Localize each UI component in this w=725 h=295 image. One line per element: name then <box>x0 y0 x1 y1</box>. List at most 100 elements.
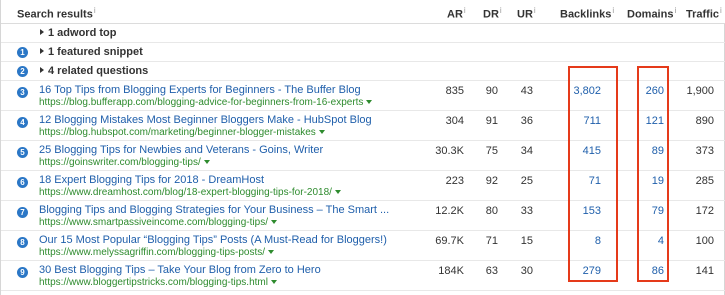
expand-triangle-icon[interactable] <box>40 29 44 35</box>
url-dropdown-caret-icon[interactable] <box>366 100 373 104</box>
cell-dr: 63 <box>485 265 498 277</box>
info-icon[interactable]: i <box>94 6 96 15</box>
col-search-results[interactable]: Search resultsi <box>17 6 96 21</box>
col-dr-label: DR <box>483 8 499 21</box>
result-title-link[interactable]: 12 Blogging Mistakes Most Beginner Blogg… <box>39 114 372 126</box>
result-url[interactable]: https://www.dreamhost.com/blog/18-expert… <box>39 187 341 198</box>
url-dropdown-caret-icon[interactable] <box>270 220 277 224</box>
rank-badge: 2 <box>17 66 28 77</box>
col-search-results-label: Search results <box>17 8 93 21</box>
result-url-text: https://blog.hubspot.com/marketing/begin… <box>39 127 316 138</box>
feature-text: 1 adword top <box>48 27 117 39</box>
rank-badge: 6 <box>17 177 28 188</box>
cell-ar: 304 <box>445 115 464 127</box>
cell-dr: 91 <box>485 115 498 127</box>
cell-traffic: 373 <box>695 145 714 157</box>
cell-traffic: 1,900 <box>686 85 714 97</box>
rank-badge: 8 <box>17 237 28 248</box>
result-title-link[interactable]: 16 Top Tips from Blogging Experts for Be… <box>39 84 361 96</box>
cell-traffic: 141 <box>695 265 714 277</box>
result-title-link[interactable]: 18 Expert Blogging Tips for 2018 - Dream… <box>39 174 264 186</box>
result-url-text: https://goinswriter.com/blogging-tips/ <box>39 157 201 168</box>
cell-ur: 43 <box>520 85 533 97</box>
expand-triangle-icon[interactable] <box>40 67 44 73</box>
col-ar[interactable]: ARi <box>447 6 466 21</box>
feature-row-adword-top[interactable]: 1 adword top <box>1 24 725 43</box>
url-dropdown-caret-icon[interactable] <box>334 190 341 194</box>
cell-ar: 12.2K <box>435 205 464 217</box>
col-domains[interactable]: Domainsi <box>627 6 676 21</box>
info-icon[interactable]: i <box>612 6 614 15</box>
cell-dr: 71 <box>485 235 498 247</box>
cell-ar: 69.7K <box>435 235 464 247</box>
feature-label[interactable]: 1 featured snippet <box>40 46 143 58</box>
rank-badge: 4 <box>17 117 28 128</box>
rank-badge: 7 <box>17 207 28 218</box>
col-ur[interactable]: URi <box>517 6 536 21</box>
info-icon[interactable]: i <box>500 6 502 15</box>
serp-overview-table: Search resultsi ARi DRi URi Backlinksi D… <box>0 0 725 295</box>
cell-ur: 33 <box>520 205 533 217</box>
rank-badge: 5 <box>17 147 28 158</box>
col-ar-label: AR <box>447 8 463 21</box>
expand-triangle-icon[interactable] <box>40 48 44 54</box>
feature-text: 1 featured snippet <box>48 46 143 58</box>
cell-ur: 36 <box>520 115 533 127</box>
cell-traffic: 172 <box>695 205 714 217</box>
result-title-link[interactable]: 30 Best Blogging Tips – Take Your Blog f… <box>39 264 321 276</box>
url-dropdown-caret-icon[interactable] <box>318 130 325 134</box>
rank-badge: 1 <box>17 47 28 58</box>
cell-dr: 80 <box>485 205 498 217</box>
info-icon[interactable]: i <box>534 6 536 15</box>
col-domains-label: Domains <box>627 8 674 21</box>
cell-traffic: 285 <box>695 175 714 187</box>
url-dropdown-caret-icon[interactable] <box>203 160 210 164</box>
result-url-text: https://www.dreamhost.com/blog/18-expert… <box>39 187 332 198</box>
result-url[interactable]: https://www.bloggertipstricks.com/bloggi… <box>39 277 277 288</box>
rank-badge: 9 <box>17 267 28 278</box>
info-icon[interactable]: i <box>720 6 722 15</box>
col-backlinks-label: Backlinks <box>560 8 612 21</box>
info-icon[interactable]: i <box>464 6 466 15</box>
result-title-link[interactable]: Our 15 Most Popular “Blogging Tips” Post… <box>39 234 387 246</box>
cell-ur: 25 <box>520 175 533 187</box>
result-url[interactable]: https://blog.bufferapp.com/blogging-advi… <box>39 97 373 108</box>
rank-badge: 3 <box>17 87 28 98</box>
cell-ur: 15 <box>520 235 533 247</box>
backlinks-highlight-box <box>568 66 618 282</box>
result-url[interactable]: https://www.melyssagriffin.com/blogging-… <box>39 247 275 258</box>
cell-ar: 30.3K <box>435 145 464 157</box>
info-icon[interactable]: i <box>674 6 676 15</box>
cell-traffic: 890 <box>695 115 714 127</box>
table-header: Search resultsi ARi DRi URi Backlinksi D… <box>1 0 725 24</box>
result-title-link[interactable]: Blogging Tips and Blogging Strategies fo… <box>39 204 389 216</box>
cell-ar: 184K <box>438 265 464 277</box>
cell-ur: 34 <box>520 145 533 157</box>
cell-dr: 90 <box>485 85 498 97</box>
cell-ur: 30 <box>520 265 533 277</box>
feature-label[interactable]: 4 related questions <box>40 65 148 77</box>
cell-dr: 92 <box>485 175 498 187</box>
cell-ar: 835 <box>445 85 464 97</box>
url-dropdown-caret-icon[interactable] <box>270 280 277 284</box>
col-ur-label: UR <box>517 8 533 21</box>
result-title-link[interactable]: 25 Blogging Tips for Newbies and Veteran… <box>39 144 323 156</box>
result-url[interactable]: https://www.smartpassiveincome.com/blogg… <box>39 217 277 228</box>
feature-row-featured-snippet[interactable]: 1 1 featured snippet <box>1 43 725 62</box>
col-traffic[interactable]: Traffici <box>686 6 722 21</box>
result-url[interactable]: https://goinswriter.com/blogging-tips/ <box>39 157 210 168</box>
result-url[interactable]: https://blog.hubspot.com/marketing/begin… <box>39 127 325 138</box>
result-url-text: https://blog.bufferapp.com/blogging-advi… <box>39 97 364 108</box>
result-url-text: https://www.smartpassiveincome.com/blogg… <box>39 217 268 228</box>
feature-text: 4 related questions <box>48 65 149 77</box>
col-backlinks[interactable]: Backlinksi <box>560 6 614 21</box>
cell-traffic: 100 <box>695 235 714 247</box>
cell-ar: 223 <box>445 175 464 187</box>
cell-dr: 75 <box>485 145 498 157</box>
result-url-text: https://www.melyssagriffin.com/blogging-… <box>39 247 266 258</box>
url-dropdown-caret-icon[interactable] <box>268 250 275 254</box>
domains-highlight-box <box>637 66 669 282</box>
col-traffic-label: Traffic <box>686 8 720 21</box>
col-dr[interactable]: DRi <box>483 6 502 21</box>
feature-label[interactable]: 1 adword top <box>40 27 116 39</box>
